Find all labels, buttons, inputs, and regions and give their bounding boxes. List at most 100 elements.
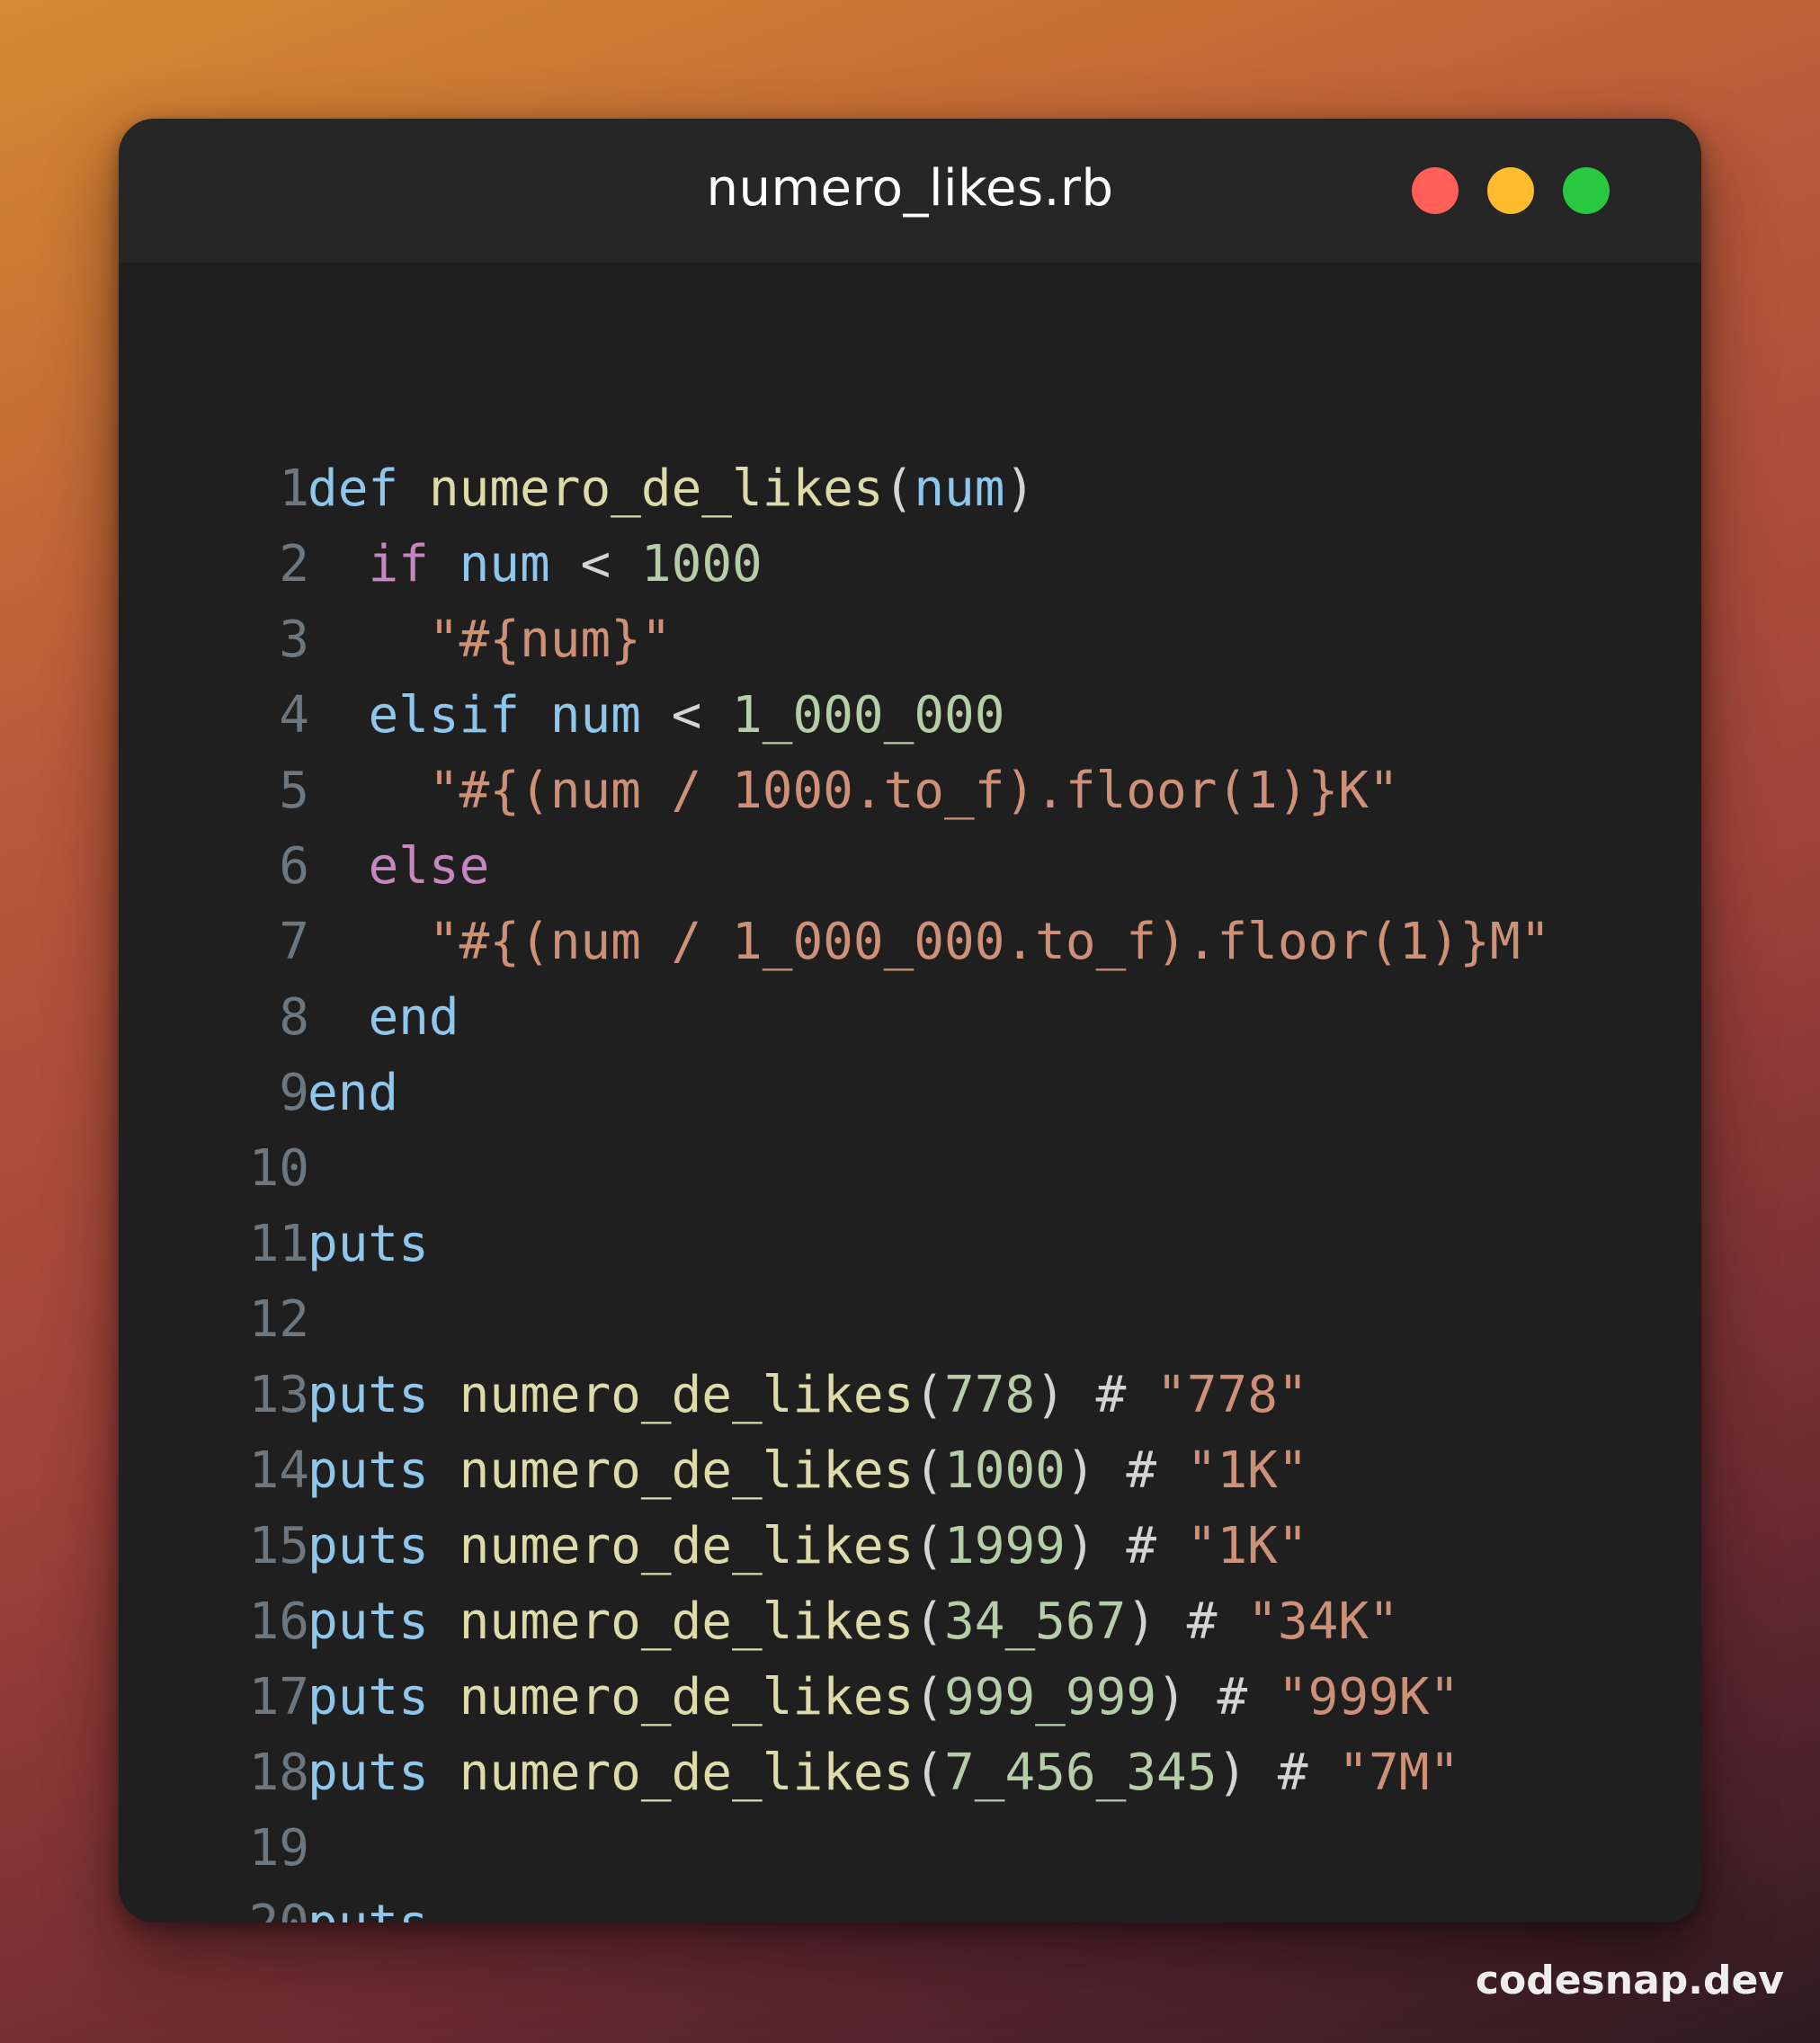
code-token: numero_de_likes [459,1592,914,1651]
code-token: < [640,686,733,745]
code-token: numero_de_likes [428,459,884,518]
window-controls [1412,167,1610,214]
code-token: num [459,535,550,593]
code-token: puts [308,1215,429,1273]
code-token: ( [914,1744,945,1802]
line-number: 19 [248,1819,309,1878]
line-source: def numero_de_likes(num) [308,451,1035,527]
line-number: 14 [248,1441,309,1500]
code-token: 1000 [640,535,763,593]
code-token: else [368,837,490,896]
code-token: puts [308,1668,429,1726]
line-source: puts numero_de_likes(7_456_345) # "7M" [308,1735,1459,1811]
code-line: 18 puts numero_de_likes(7_456_345) # "7M" [119,1735,1701,1811]
code-token: ( [883,459,914,518]
code-token: "7M" [1338,1744,1460,1802]
line-source: end [308,980,459,1056]
code-token: ( [914,1668,945,1726]
title-bar: numero_likes.rb [119,119,1701,263]
code-token: numero_de_likes [459,1517,914,1575]
line-number: 6 [279,837,309,896]
code-token: numero_de_likes [459,1366,914,1424]
code-token: puts [308,1895,429,1923]
line-source: puts numero_de_likes(778) # "778" [308,1358,1308,1433]
code-token: ) # [1065,1517,1187,1575]
code-line: 12 [119,1282,1701,1358]
code-line: 20puts [119,1887,1701,1923]
code-token: ) # [1156,1668,1278,1726]
code-token: 999_999 [944,1668,1157,1726]
code-token: elsif [368,686,521,745]
maximize-dot[interactable] [1563,167,1610,214]
code-line: 6 else [119,829,1701,905]
code-token: "778" [1156,1366,1308,1424]
code-token: 1999 [944,1517,1066,1575]
line-number: 16 [248,1592,309,1651]
code-token: ( [914,1592,945,1651]
code-token: "34K" [1247,1592,1399,1651]
code-token: numero_de_likes [459,1441,914,1500]
code-token: def [308,459,399,518]
close-dot[interactable] [1412,167,1459,214]
code-token: end [368,988,459,1047]
line-number: 4 [279,686,309,745]
code-token: if [368,535,429,593]
code-line: 5 "#{(num / 1000.to_f).floor(1)}K" [119,754,1701,829]
line-number: 10 [248,1139,309,1198]
line-number: 17 [248,1668,309,1726]
line-number: 15 [248,1517,309,1575]
line-source: puts numero_de_likes(34_567) # "34K" [308,1584,1399,1660]
code-token: "999K" [1277,1668,1460,1726]
code-line: 16 puts numero_de_likes(34_567) # "34K" [119,1584,1701,1660]
line-number: 20 [191,1887,309,1923]
code-token: 1000 [944,1441,1066,1500]
line-source: "#{(num / 1_000_000.to_f).floor(1)}M" [308,905,1550,980]
code-token: ( [914,1517,945,1575]
code-token: puts [308,1517,429,1575]
code-token: 778 [944,1366,1036,1424]
code-token: ) # [1217,1744,1339,1802]
watermark: codesnap.dev [1475,1958,1784,2003]
code-line: 15 puts numero_de_likes(1999) # "1K" [119,1509,1701,1584]
code-token: end [308,1064,399,1122]
code-line: 14 puts numero_de_likes(1000) # "1K" [119,1433,1701,1509]
line-number: 18 [248,1744,309,1802]
code-token: ) [1004,459,1036,518]
code-line: 9 end [119,1056,1701,1131]
code-token: ) # [1035,1366,1157,1424]
code-token: puts [308,1441,429,1500]
code-token: puts [308,1744,429,1802]
code-token: numero_de_likes [459,1668,914,1726]
code-token: ( [914,1366,945,1424]
code-block: 1 def numero_de_likes(num) 2 if num < 1000… [119,451,1701,1923]
code-line: 11 puts [119,1207,1701,1282]
code-token: "#{(num / 1_000_000.to_f).floor(1)}M" [428,913,1551,971]
code-line: 17 puts numero_de_likes(999_999) # "999K" [119,1660,1701,1735]
line-number: 12 [248,1290,309,1349]
line-source: "#{num}" [308,602,672,678]
code-line: 3 "#{num}" [119,602,1701,678]
minimize-dot[interactable] [1487,167,1534,214]
line-number: 11 [248,1215,309,1273]
line-number: 3 [279,611,309,669]
line-source: puts numero_de_likes(1999) # "1K" [308,1509,1308,1584]
code-token: puts [308,1366,429,1424]
code-line: 19 [119,1811,1701,1887]
code-token: num [914,459,1005,518]
code-token: num [549,686,641,745]
code-line: 2 if num < 1000 [119,527,1701,602]
line-source: "#{(num / 1000.to_f).floor(1)}K" [308,754,1399,829]
line-source: if num < 1000 [308,527,763,602]
line-number: 13 [248,1366,309,1424]
code-token: 1_000_000 [732,686,1005,745]
